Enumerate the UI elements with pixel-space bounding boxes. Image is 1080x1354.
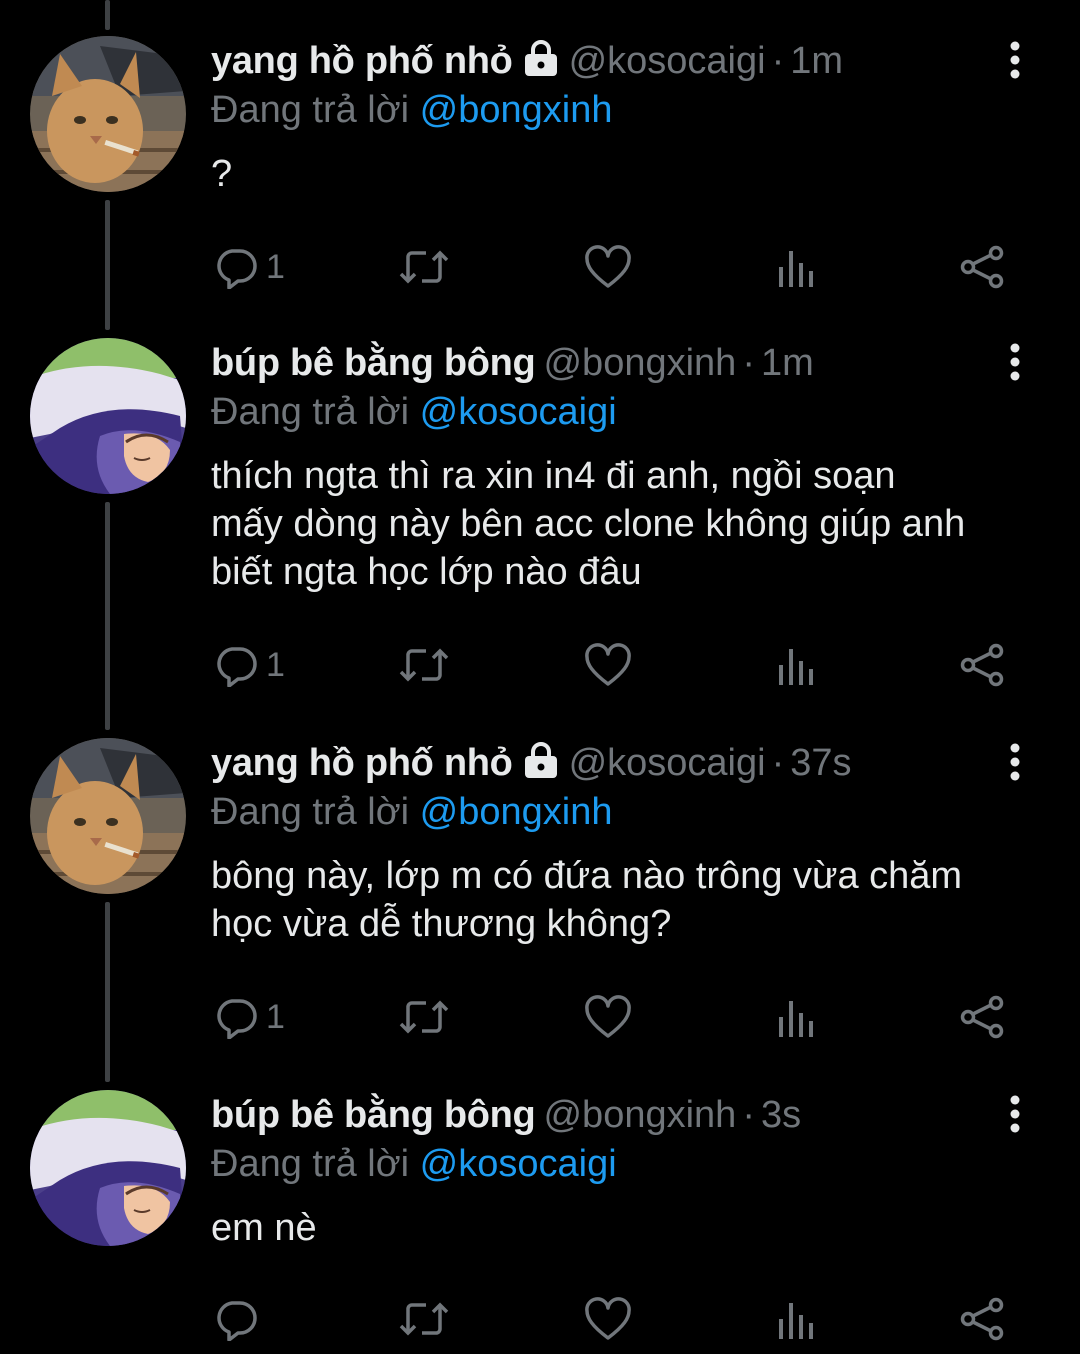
reply-count: 1 bbox=[266, 247, 285, 286]
tweet-header: yang hồ phố nhỏ @kosocaigi · 1m bbox=[211, 36, 1040, 86]
views-icon bbox=[779, 649, 813, 685]
share-icon bbox=[960, 245, 1004, 289]
tweet-text: thích ngta thì ra xin in4 đi anh, ngồi s… bbox=[211, 455, 966, 593]
avatar[interactable] bbox=[30, 1090, 186, 1246]
views-icon bbox=[779, 251, 813, 287]
views-button[interactable] bbox=[776, 1294, 816, 1344]
replying-to: Đang trả lời @kosocaigi bbox=[211, 388, 1040, 436]
action-bar: 1 bbox=[0, 242, 1080, 292]
replying-to-label: Đang trả lời bbox=[211, 791, 410, 833]
user-handle[interactable]: @kosocaigi bbox=[569, 742, 766, 784]
display-name[interactable]: búp bê bằng bông bbox=[211, 342, 536, 384]
retweet-icon bbox=[399, 1302, 449, 1336]
tweet-header: búp bê bằng bông @bongxinh · 1m bbox=[211, 338, 1040, 388]
share-button[interactable] bbox=[958, 992, 1006, 1042]
views-icon bbox=[779, 1001, 813, 1037]
like-button[interactable] bbox=[584, 992, 632, 1042]
views-button[interactable] bbox=[776, 242, 816, 292]
separator-dot: · bbox=[771, 742, 785, 784]
avatar[interactable] bbox=[30, 738, 186, 894]
lock-icon bbox=[521, 39, 561, 89]
views-button[interactable] bbox=[776, 992, 816, 1042]
tweet-header: yang hồ phố nhỏ @kosocaigi · 37s bbox=[211, 738, 1040, 788]
display-name[interactable]: búp bê bằng bông bbox=[211, 1094, 536, 1136]
like-button[interactable] bbox=[584, 640, 632, 690]
timestamp[interactable]: 1m bbox=[790, 40, 843, 82]
more-icon[interactable] bbox=[1000, 342, 1030, 382]
reply-icon bbox=[217, 1301, 257, 1341]
separator-dot: · bbox=[742, 1094, 755, 1136]
replying-to-handle[interactable]: @kosocaigi bbox=[420, 1143, 617, 1185]
retweet-icon bbox=[399, 648, 449, 682]
replying-to-label: Đang trả lời bbox=[211, 391, 410, 433]
replying-to: Đang trả lời @bongxinh bbox=[211, 788, 1040, 836]
user-handle[interactable]: @kosocaigi bbox=[569, 40, 766, 82]
replying-to-label: Đang trả lời bbox=[211, 89, 410, 131]
tweet-text: bông này, lớp m có đứa nào trông vừa chă… bbox=[211, 855, 963, 945]
retweet-button[interactable] bbox=[398, 640, 450, 690]
like-icon bbox=[585, 245, 631, 288]
action-bar: 1 bbox=[0, 640, 1080, 690]
replying-to-handle[interactable]: @bongxinh bbox=[420, 89, 613, 131]
replying-to-handle[interactable]: @kosocaigi bbox=[420, 391, 617, 433]
views-button[interactable] bbox=[776, 640, 816, 690]
like-icon bbox=[585, 995, 631, 1038]
reply-icon bbox=[217, 999, 257, 1039]
views-icon bbox=[779, 1303, 813, 1339]
share-icon bbox=[960, 1297, 1004, 1341]
separator-dot: · bbox=[742, 342, 755, 384]
share-icon bbox=[960, 995, 1004, 1039]
share-icon bbox=[960, 643, 1004, 687]
replying-to-label: Đang trả lời bbox=[211, 1143, 410, 1185]
share-button[interactable] bbox=[958, 1294, 1006, 1344]
reply-icon bbox=[217, 249, 257, 289]
retweet-button[interactable] bbox=[398, 242, 450, 292]
cat-avatar-image bbox=[30, 738, 186, 894]
more-icon[interactable] bbox=[1000, 40, 1030, 80]
like-button[interactable] bbox=[584, 1294, 632, 1344]
action-bar: 1 bbox=[0, 992, 1080, 1042]
thread-line-2 bbox=[105, 502, 110, 730]
lock-icon bbox=[521, 741, 561, 791]
sleeping-avatar-image bbox=[30, 338, 186, 494]
reply-icon bbox=[217, 647, 257, 687]
tweet-text: ? bbox=[211, 153, 233, 195]
retweet-icon bbox=[399, 250, 449, 284]
avatar[interactable] bbox=[30, 36, 186, 192]
like-icon bbox=[585, 1297, 631, 1340]
retweet-icon bbox=[399, 1000, 449, 1034]
reply-count: 1 bbox=[266, 645, 285, 684]
more-icon[interactable] bbox=[1000, 1094, 1030, 1134]
user-handle[interactable]: @bongxinh bbox=[543, 342, 736, 384]
user-handle[interactable]: @bongxinh bbox=[543, 1094, 736, 1136]
reply-button[interactable]: 1 bbox=[214, 242, 285, 292]
reply-button[interactable] bbox=[214, 1294, 266, 1344]
timestamp[interactable]: 37s bbox=[790, 742, 851, 784]
avatar[interactable] bbox=[30, 338, 186, 494]
retweet-button[interactable] bbox=[398, 1294, 450, 1344]
more-icon[interactable] bbox=[1000, 742, 1030, 782]
thread-line-top bbox=[105, 0, 110, 30]
retweet-button[interactable] bbox=[398, 992, 450, 1042]
reply-count: 1 bbox=[266, 997, 285, 1036]
timestamp[interactable]: 3s bbox=[761, 1094, 801, 1136]
like-button[interactable] bbox=[584, 242, 632, 292]
replying-to: Đang trả lời @kosocaigi bbox=[211, 1140, 1040, 1188]
tweet-header: búp bê bằng bông @bongxinh · 3s bbox=[211, 1090, 1040, 1140]
replying-to-handle[interactable]: @bongxinh bbox=[420, 791, 613, 833]
tweet-text: em nè bbox=[211, 1207, 317, 1249]
action-bar bbox=[0, 1294, 1080, 1344]
display-name[interactable]: yang hồ phố nhỏ bbox=[211, 40, 513, 82]
display-name[interactable]: yang hồ phố nhỏ bbox=[211, 742, 513, 784]
reply-button[interactable]: 1 bbox=[214, 640, 285, 690]
like-icon bbox=[585, 643, 631, 686]
separator-dot: · bbox=[771, 40, 785, 82]
sleeping-avatar-image bbox=[30, 1090, 186, 1246]
cat-avatar-image bbox=[30, 36, 186, 192]
timestamp[interactable]: 1m bbox=[761, 342, 814, 384]
reply-button[interactable]: 1 bbox=[214, 992, 285, 1042]
replying-to: Đang trả lời @bongxinh bbox=[211, 86, 1040, 134]
share-button[interactable] bbox=[958, 242, 1006, 292]
share-button[interactable] bbox=[958, 640, 1006, 690]
